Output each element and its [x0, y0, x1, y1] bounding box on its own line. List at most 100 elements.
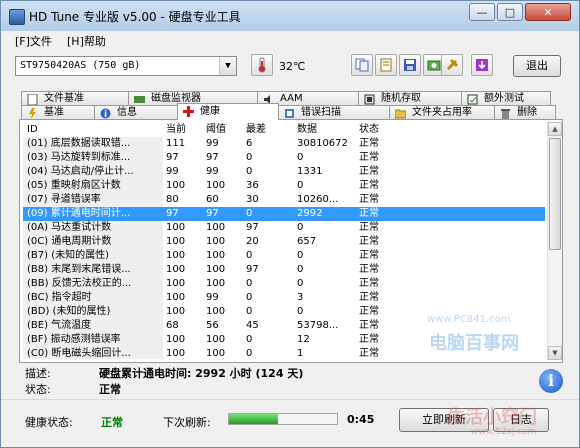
table-row[interactable]: (BC) 指令超时 100 99 0 3 正常: [23, 291, 545, 305]
table-row[interactable]: (B8) 末尾到末尾错误... 100 100 97 0 正常: [23, 263, 545, 277]
cell-worst: 0: [246, 306, 253, 317]
cell-data: 0: [297, 250, 304, 261]
scroll-up-icon[interactable]: ▲: [548, 122, 562, 136]
drive-select[interactable]: ST9750420AS (750 gB) ▼: [15, 56, 237, 76]
cell-current: 100: [166, 292, 186, 303]
copy-text-icon[interactable]: [375, 54, 397, 76]
cell-worst: 0: [246, 334, 253, 345]
status-label: 状态:: [25, 383, 51, 396]
table-row-selected[interactable]: (09) 累计通电时间计... 97 97 0 2992 正常: [23, 207, 545, 221]
tab-extra-tests[interactable]: 额外测试: [461, 91, 551, 106]
table-row[interactable]: (07) 寻道错误率 80 60 30 10260... 正常: [23, 193, 545, 207]
tab-info[interactable]: 信息: [94, 105, 178, 120]
cell-worst: 0: [246, 250, 253, 261]
copy-info-icon[interactable]: [351, 54, 373, 76]
tab-delete[interactable]: 删除: [494, 105, 556, 120]
table-row[interactable]: (BD) (未知的属性) 100 100 0 0 正常: [23, 305, 545, 319]
maximize-button[interactable]: □: [497, 3, 523, 21]
toolbar: ST9750420AS (750 gB) ▼ 32℃ 退出: [1, 49, 579, 85]
cell-worst: 36: [246, 180, 259, 191]
table-row[interactable]: (0A) 马达重试计数 100 100 97 0 正常: [23, 221, 545, 235]
table-row[interactable]: (B7) (未知的属性) 100 100 0 0 正常: [23, 249, 545, 263]
cell-status: 正常: [359, 250, 379, 261]
download-icon[interactable]: [471, 54, 493, 76]
menu-file[interactable]: [F]文件: [15, 33, 52, 49]
cell-id: (05) 重映射扇区计数: [27, 180, 121, 191]
cell-threshold: 100: [206, 222, 226, 233]
cell-current: 80: [166, 194, 179, 205]
scroll-down-icon[interactable]: ▼: [548, 346, 562, 360]
cell-threshold: 100: [206, 334, 226, 345]
header-current[interactable]: 当前: [166, 123, 196, 137]
tab-health[interactable]: 健康: [177, 103, 279, 120]
cell-id: (03) 马达旋转到标准...: [27, 152, 131, 163]
exit-button[interactable]: 退出: [513, 55, 561, 77]
cell-threshold: 100: [206, 250, 226, 261]
cell-data: 657: [297, 236, 317, 247]
cell-current: 68: [166, 320, 179, 331]
cell-id: (0C) 通电周期计数: [27, 236, 112, 247]
menu-help[interactable]: [H]帮助: [67, 33, 106, 49]
title-bar[interactable]: HD Tune 专业版 v5.00 - 硬盘专业工具 — □ ✕: [1, 1, 579, 32]
table-row[interactable]: (05) 重映射扇区计数 100 100 36 0 正常: [23, 179, 545, 193]
tab-benchmark[interactable]: 基准: [21, 105, 95, 120]
cell-id: (BB) 反馈无法校正的...: [27, 278, 132, 289]
cell-status: 正常: [359, 348, 379, 359]
log-button[interactable]: 日志: [493, 408, 549, 432]
table-row[interactable]: (03) 马达旋转到标准... 97 97 0 0 正常: [23, 151, 545, 165]
refresh-progress-bar: [228, 413, 338, 425]
refresh-now-button[interactable]: 立即刷新: [399, 408, 489, 432]
info-icon[interactable]: i: [539, 369, 563, 393]
tab-file-benchmark[interactable]: 文件基准: [21, 91, 129, 106]
refresh-countdown: 0:45: [347, 413, 375, 426]
table-row[interactable]: (BE) 气流温度 68 56 45 53798... 正常: [23, 319, 545, 333]
benchmark-icon: [27, 108, 38, 119]
cell-current: 100: [166, 236, 186, 247]
table-scrollbar[interactable]: ▲ ▼: [547, 122, 562, 360]
chevron-down-icon[interactable]: ▼: [219, 57, 236, 75]
table-row[interactable]: (C0) 断电磁头缩回计... 100 100 0 1 正常: [23, 347, 545, 359]
header-status[interactable]: 状态: [359, 123, 389, 137]
table-row[interactable]: (01) 底层数据读取错... 111 99 6 30810672 正常: [23, 137, 545, 151]
tab-folder-usage[interactable]: 文件夹占用率: [389, 105, 495, 120]
cell-status: 正常: [359, 194, 379, 205]
minimize-button[interactable]: —: [469, 3, 495, 21]
cell-current: 97: [166, 208, 179, 219]
cell-id: (0A) 马达重试计数: [27, 222, 112, 233]
cell-status: 正常: [359, 180, 379, 191]
cell-id: (C0) 断电磁头缩回计...: [27, 348, 131, 359]
app-window: HD Tune 专业版 v5.00 - 硬盘专业工具 — □ ✕ [F]文件 […: [0, 0, 580, 448]
cell-data: 0: [297, 152, 304, 163]
description-area: 描述: 硬盘累计通电时间: 2992 小时 (124 天) 状态: 正常 i: [19, 365, 563, 397]
tab-label: 信息: [117, 107, 137, 118]
cell-id: (07) 寻道错误率: [27, 194, 101, 205]
cell-id: (01) 底层数据读取错...: [27, 138, 131, 149]
close-button[interactable]: ✕: [525, 3, 571, 21]
extra-tests-icon: [467, 94, 478, 105]
header-worst[interactable]: 最差: [246, 123, 276, 137]
save-icon[interactable]: [399, 54, 421, 76]
cell-threshold: 100: [206, 348, 226, 359]
tab-error-scan[interactable]: 错误扫描: [278, 105, 390, 120]
tab-random-access[interactable]: 随机存取: [358, 91, 462, 106]
header-id[interactable]: ID: [27, 123, 163, 137]
options-icon[interactable]: [441, 54, 463, 76]
cell-current: 100: [166, 250, 186, 261]
description-value: 硬盘累计通电时间: 2992 小时 (124 天): [99, 367, 304, 380]
tab-label: 文件夹占用率: [412, 107, 472, 118]
cell-data: 12: [297, 334, 310, 345]
cell-data: 1: [297, 348, 304, 359]
tab-label: 文件基准: [44, 93, 84, 104]
table-row[interactable]: (0C) 通电周期计数 100 100 20 657 正常: [23, 235, 545, 249]
cell-threshold: 97: [206, 208, 219, 219]
cell-data: 0: [297, 180, 304, 191]
random-access-icon: [364, 94, 375, 105]
error-scan-icon: [284, 108, 295, 119]
table-row[interactable]: (BF) 振动感测错误率 100 100 0 12 正常: [23, 333, 545, 347]
table-row[interactable]: (04) 马达启动/停止计... 99 99 0 1331 正常: [23, 165, 545, 179]
table-row[interactable]: (BB) 反馈无法校正的... 100 100 0 0 正常: [23, 277, 545, 291]
header-threshold[interactable]: 阈值: [206, 123, 236, 137]
scroll-thumb[interactable]: [549, 138, 561, 250]
header-data[interactable]: 数据: [297, 123, 353, 137]
cell-threshold: 60: [206, 194, 219, 205]
